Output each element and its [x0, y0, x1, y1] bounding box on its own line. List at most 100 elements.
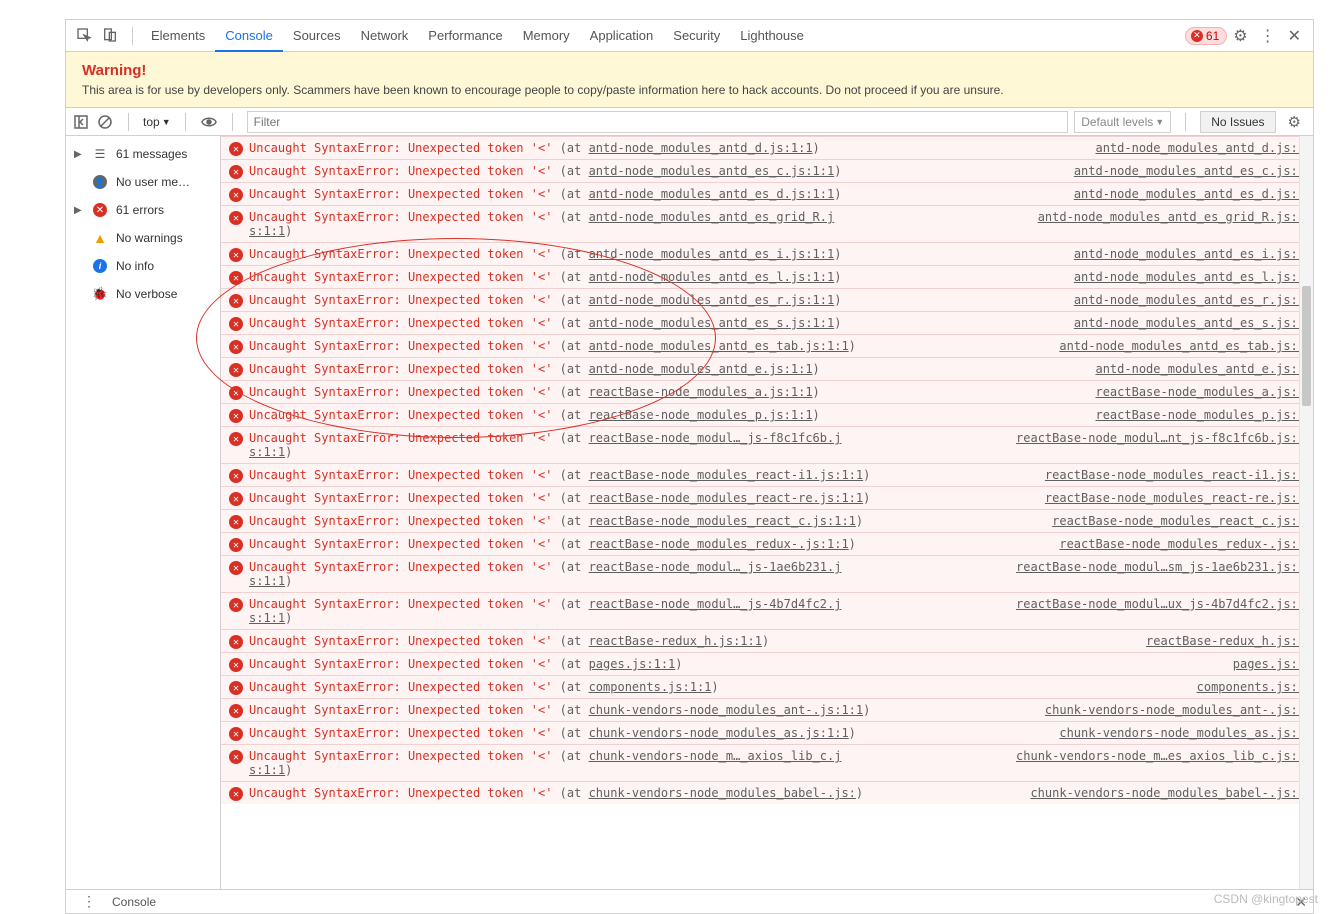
source-link[interactable]: reactBase-redux_h.js:1 — [1146, 634, 1305, 648]
source-link[interactable]: antd-node_modules_antd_es_grid_R.js:1 — [1038, 210, 1305, 224]
error-icon: ✕ — [229, 165, 243, 179]
issues-button[interactable]: No Issues — [1200, 111, 1275, 133]
source-link[interactable]: chunk-vendors-node_modules_ant-.js:1 — [1045, 703, 1305, 717]
sidebar-item-errors[interactable]: ▶✕61 errors — [66, 196, 220, 224]
console-error-row[interactable]: ✕Uncaught SyntaxError: Unexpected token … — [221, 380, 1313, 403]
drawer-footer: ⋮ Console ✕ — [66, 889, 1313, 913]
levels-selector[interactable]: Default levels ▼ — [1074, 111, 1171, 133]
console-error-row[interactable]: ✕Uncaught SyntaxError: Unexpected token … — [221, 205, 1313, 242]
source-link[interactable]: chunk-vendors-node_modules_as.js:1 — [1059, 726, 1305, 740]
console-error-row[interactable]: ✕Uncaught SyntaxError: Unexpected token … — [221, 486, 1313, 509]
console-error-row[interactable]: ✕Uncaught SyntaxError: Unexpected token … — [221, 136, 1313, 159]
tab-security[interactable]: Security — [663, 21, 730, 50]
sidebar-item-user[interactable]: 👤No user me… — [66, 168, 220, 196]
console-error-row[interactable]: ✕Uncaught SyntaxError: Unexpected token … — [221, 311, 1313, 334]
console-error-row[interactable]: ✕Uncaught SyntaxError: Unexpected token … — [221, 555, 1313, 592]
source-link[interactable]: antd-node_modules_antd_es_tab.js:1 — [1059, 339, 1305, 353]
console-error-row[interactable]: ✕Uncaught SyntaxError: Unexpected token … — [221, 592, 1313, 629]
console-error-row[interactable]: ✕Uncaught SyntaxError: Unexpected token … — [221, 426, 1313, 463]
error-icon: ✕ — [229, 142, 243, 156]
tab-console[interactable]: Console — [215, 21, 283, 52]
source-link[interactable]: reactBase-node_modules_redux-.js:1 — [1059, 537, 1305, 551]
error-icon: ✕ — [229, 635, 243, 649]
source-link[interactable]: chunk-vendors-node_modules_babel-.js:1 — [1030, 786, 1305, 800]
tab-lighthouse[interactable]: Lighthouse — [730, 21, 814, 50]
source-link[interactable]: reactBase-node_modules_react-i1.js:1 — [1045, 468, 1305, 482]
tab-memory[interactable]: Memory — [513, 21, 580, 50]
console-error-row[interactable]: ✕Uncaught SyntaxError: Unexpected token … — [221, 403, 1313, 426]
console-error-row[interactable]: ✕Uncaught SyntaxError: Unexpected token … — [221, 159, 1313, 182]
device-icon[interactable] — [102, 27, 120, 45]
inspect-icon[interactable] — [76, 27, 94, 45]
warning-icon: ▲ — [92, 230, 108, 246]
context-selector[interactable]: top ▼ — [143, 115, 171, 129]
console-log-area[interactable]: ✕Uncaught SyntaxError: Unexpected token … — [221, 136, 1313, 913]
eye-icon[interactable] — [200, 113, 218, 131]
console-error-row[interactable]: ✕Uncaught SyntaxError: Unexpected token … — [221, 265, 1313, 288]
clear-console-icon[interactable] — [96, 113, 114, 131]
console-error-row[interactable]: ✕Uncaught SyntaxError: Unexpected token … — [221, 629, 1313, 652]
console-error-row[interactable]: ✕Uncaught SyntaxError: Unexpected token … — [221, 532, 1313, 555]
source-link[interactable]: antd-node_modules_antd_es_s.js:1 — [1074, 316, 1305, 330]
scrollbar[interactable] — [1299, 136, 1313, 913]
sidebar-item-warnings[interactable]: ▲No warnings — [66, 224, 220, 252]
console-toolbar: top ▼ Default levels ▼ No Issues ⚙ — [66, 108, 1313, 136]
error-icon: ✕ — [229, 432, 243, 446]
source-link[interactable]: antd-node_modules_antd_es_l.js:1 — [1074, 270, 1305, 284]
source-link[interactable]: reactBase-node_modul…nt_js-f8c1fc6b.js:1 — [1016, 431, 1305, 445]
console-error-row[interactable]: ✕Uncaught SyntaxError: Unexpected token … — [221, 288, 1313, 311]
drawer-kebab-icon[interactable]: ⋮ — [76, 889, 102, 914]
sidebar-item-info[interactable]: iNo info — [66, 252, 220, 280]
scrollbar-thumb[interactable] — [1302, 286, 1311, 406]
source-link[interactable]: pages.js:1 — [1233, 657, 1305, 671]
source-link[interactable]: reactBase-node_modul…ux_js-4b7d4fc2.js:1 — [1016, 597, 1305, 611]
console-error-row[interactable]: ✕Uncaught SyntaxError: Unexpected token … — [221, 744, 1313, 781]
devtools-panel: ElementsConsoleSourcesNetworkPerformance… — [65, 19, 1314, 914]
tab-performance[interactable]: Performance — [418, 21, 512, 50]
source-link[interactable]: antd-node_modules_antd_d.js:1 — [1095, 141, 1305, 155]
source-link[interactable]: reactBase-node_modules_a.js:1 — [1095, 385, 1305, 399]
console-error-row[interactable]: ✕Uncaught SyntaxError: Unexpected token … — [221, 698, 1313, 721]
gear-icon[interactable]: ⚙ — [1227, 22, 1253, 50]
source-link[interactable]: components.js:1 — [1197, 680, 1305, 694]
source-link[interactable]: chunk-vendors-node_m…es_axios_lib_c.js:1 — [1016, 749, 1305, 763]
error-icon: ✕ — [229, 271, 243, 285]
warning-body: This area is for use by developers only.… — [82, 83, 1297, 97]
console-error-row[interactable]: ✕Uncaught SyntaxError: Unexpected token … — [221, 182, 1313, 205]
error-icon: ✕ — [229, 386, 243, 400]
console-error-row[interactable]: ✕Uncaught SyntaxError: Unexpected token … — [221, 652, 1313, 675]
tab-network[interactable]: Network — [351, 21, 419, 50]
drawer-tab-console[interactable]: Console — [112, 895, 156, 909]
console-error-row[interactable]: ✕Uncaught SyntaxError: Unexpected token … — [221, 463, 1313, 486]
console-error-row[interactable]: ✕Uncaught SyntaxError: Unexpected token … — [221, 721, 1313, 744]
source-link[interactable]: antd-node_modules_antd_e.js:1 — [1095, 362, 1305, 376]
filter-input[interactable] — [247, 111, 1069, 133]
source-link[interactable]: reactBase-node_modul…sm_js-1ae6b231.js:1 — [1016, 560, 1305, 574]
tab-elements[interactable]: Elements — [141, 21, 215, 50]
sidebar-item-verbose[interactable]: 🐞No verbose — [66, 280, 220, 308]
tab-sources[interactable]: Sources — [283, 21, 351, 50]
source-link[interactable]: antd-node_modules_antd_es_r.js:1 — [1074, 293, 1305, 307]
source-link[interactable]: antd-node_modules_antd_es_d.js:1 — [1074, 187, 1305, 201]
console-error-row[interactable]: ✕Uncaught SyntaxError: Unexpected token … — [221, 242, 1313, 265]
sidebar-toggle-icon[interactable] — [72, 113, 90, 131]
kebab-icon[interactable]: ⋮ — [1254, 22, 1282, 50]
tab-application[interactable]: Application — [580, 21, 664, 50]
source-link[interactable]: reactBase-node_modules_p.js:1 — [1095, 408, 1305, 422]
error-icon: ✕ — [229, 561, 243, 575]
source-link[interactable]: reactBase-node_modules_react_c.js:1 — [1052, 514, 1305, 528]
error-icon: ✕ — [229, 492, 243, 506]
console-settings-icon[interactable]: ⚙ — [1282, 109, 1307, 135]
console-error-row[interactable]: ✕Uncaught SyntaxError: Unexpected token … — [221, 509, 1313, 532]
source-link[interactable]: antd-node_modules_antd_es_i.js:1 — [1074, 247, 1305, 261]
source-link[interactable]: antd-node_modules_antd_es_c.js:1 — [1074, 164, 1305, 178]
console-error-row[interactable]: ✕Uncaught SyntaxError: Unexpected token … — [221, 675, 1313, 698]
sidebar-item-messages[interactable]: ▶☰61 messages — [66, 140, 220, 168]
console-error-row[interactable]: ✕Uncaught SyntaxError: Unexpected token … — [221, 357, 1313, 380]
console-error-row[interactable]: ✕Uncaught SyntaxError: Unexpected token … — [221, 334, 1313, 357]
source-link[interactable]: reactBase-node_modules_react-re.js:1 — [1045, 491, 1305, 505]
close-icon[interactable]: ✕ — [1282, 22, 1307, 50]
error-count-pill[interactable]: ✕61 — [1185, 27, 1227, 45]
console-error-row[interactable]: ✕Uncaught SyntaxError: Unexpected token … — [221, 781, 1313, 804]
error-icon: ✕ — [229, 704, 243, 718]
